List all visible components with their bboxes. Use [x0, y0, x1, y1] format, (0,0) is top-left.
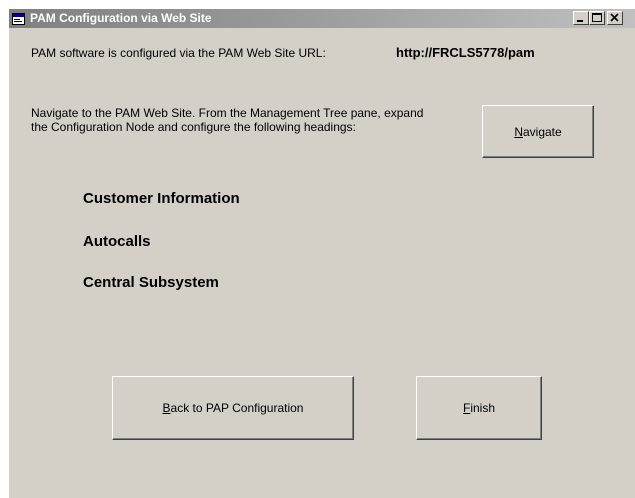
back-label: ack to PAP Configuration [170, 401, 304, 415]
configured-label: PAM software is configured via the PAM W… [31, 46, 326, 60]
finish-button[interactable]: Finish [416, 376, 542, 440]
navigate-mnemonic: N [514, 124, 523, 139]
dialog-window: PAM Configuration via Web Site PAM softw… [8, 8, 635, 498]
heading-central-subsystem: Central Subsystem [83, 274, 219, 291]
window-title: PAM Configuration via Web Site [30, 11, 212, 25]
back-mnemonic: B [162, 401, 171, 415]
navigate-button[interactable]: Navigate [482, 105, 594, 158]
window-icon [12, 12, 25, 25]
pam-url: http://FRCLS5778/pam [396, 45, 535, 60]
heading-customer-information: Customer Information [83, 190, 240, 207]
heading-autocalls: Autocalls [83, 233, 151, 250]
title-bar[interactable]: PAM Configuration via Web Site [9, 9, 635, 28]
finish-label: inish [470, 401, 496, 415]
close-icon[interactable] [607, 11, 623, 25]
back-to-pap-configuration-button[interactable]: Back to PAP Configuration [112, 376, 354, 440]
navigate-label: avigate [522, 124, 562, 139]
maximize-icon[interactable] [589, 11, 605, 25]
instructions-text: Navigate to the PAM Web Site. From the M… [31, 106, 424, 134]
minimize-icon[interactable] [573, 11, 589, 25]
